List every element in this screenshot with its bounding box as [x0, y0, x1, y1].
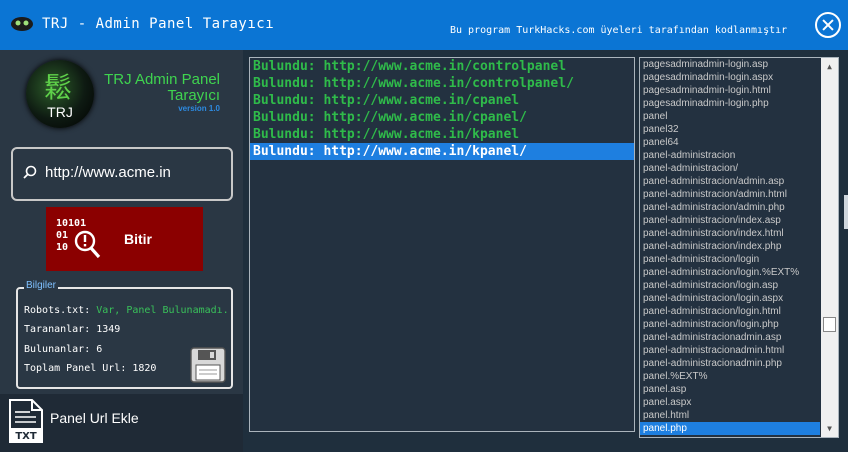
result-row[interactable]: Bulundu: http://www.acme.in/kpanel/: [250, 143, 634, 160]
robots-row: Robots.txt: Var, Panel Bulunamadı.: [24, 305, 229, 316]
txt-file-label: TXT: [15, 431, 37, 442]
panel-path-items: pagesadminadmin-login.asp pagesadminadmin…: [640, 58, 820, 435]
logo-glyph: 鬆: [44, 71, 73, 104]
list-item[interactable]: panel.html: [640, 409, 820, 422]
list-item[interactable]: panel-administracion: [640, 149, 820, 162]
logo-title: TRJ Admin Panel Tarayıcı: [102, 72, 220, 104]
svg-text:10: 10: [56, 242, 68, 253]
info-panel: Bilgiler Robots.txt: Var, Panel Bulunamad…: [16, 280, 233, 389]
add-panel-url-label: Panel Url Ekle: [50, 410, 139, 426]
add-panel-url-button[interactable]: TXT Panel Url Ekle: [0, 394, 243, 452]
url-input[interactable]: [45, 161, 221, 183]
robots-value: Var, Panel Bulunamadı.: [96, 305, 229, 316]
list-item[interactable]: panel-administracion/index.php: [640, 240, 820, 253]
list-item[interactable]: panel.asp: [640, 383, 820, 396]
list-item[interactable]: panel-administracion/login.asp: [640, 279, 820, 292]
logo-mark-text: TRJ: [47, 104, 73, 120]
found-row: Bulunanlar: 6: [24, 344, 102, 355]
floppy-disk-icon[interactable]: [190, 347, 226, 383]
robots-label: Robots.txt:: [24, 305, 91, 316]
scroll-thumb[interactable]: [823, 317, 836, 332]
search-icon: [23, 165, 37, 179]
sidebar: 鬆 TRJ TRJ Admin Panel Tarayıcı version 1…: [0, 50, 243, 452]
list-item[interactable]: pagesadminadmin-login.html: [640, 84, 820, 97]
window-subtitle: Bu program TurkHacks.com üyeleri tarafın…: [450, 25, 788, 36]
total-value: 1820: [132, 363, 157, 374]
info-legend: Bilgiler: [24, 280, 59, 291]
list-item[interactable]: panel-administracionadmin.html: [640, 344, 820, 357]
scanned-row: Taranan​lar: 1349: [24, 324, 120, 335]
found-results-list[interactable]: Bulundu: http://www.acme.in/controlpanel…: [249, 57, 635, 432]
result-row[interactable]: Bulundu: http://www.acme.in/kpanel: [250, 126, 634, 143]
list-item[interactable]: panel.php: [640, 422, 820, 435]
binary-magnifier-icon: 10101 01 10: [56, 218, 101, 259]
result-row[interactable]: Bulundu: http://www.acme.in/cpanel/: [250, 109, 634, 126]
scroll-up-arrow-icon[interactable]: ▲: [821, 58, 838, 75]
list-item[interactable]: pagesadminadmin-login.aspx: [640, 71, 820, 84]
title-bar: TRJ - Admin Panel Tarayıcı Bu program Tu…: [0, 0, 848, 50]
list-item[interactable]: panel-administracion/login.%EXT%: [640, 266, 820, 279]
total-label: Toplam Panel Url:: [24, 363, 127, 374]
window-edge-handle: [844, 195, 848, 229]
logo-title-line1: TRJ Admin Panel: [104, 71, 220, 88]
app-logo: 鬆 TRJ: [26, 60, 94, 128]
total-row: Toplam Panel Url: 1820: [24, 363, 156, 374]
url-search-box: [11, 147, 233, 201]
scanned-label: Taranan​lar:: [24, 324, 91, 335]
list-item[interactable]: panel-administracion/index.asp: [640, 214, 820, 227]
list-item[interactable]: panel-administracionadmin.asp: [640, 331, 820, 344]
logo-title-line2: Tarayıcı: [167, 87, 220, 104]
list-item[interactable]: panel-administracion/login.html: [640, 305, 820, 318]
logo-version: version 1.0: [178, 104, 220, 113]
panel-path-list[interactable]: pagesadminadmin-login.asp pagesadminadmin…: [639, 57, 839, 438]
list-item[interactable]: panel-administracion/admin.php: [640, 201, 820, 214]
stop-button[interactable]: 10101 01 10 Bitir: [46, 207, 203, 271]
list-item[interactable]: panel-administracion/admin.html: [640, 188, 820, 201]
stop-button-label: Bitir: [124, 231, 152, 247]
list-item[interactable]: panel.%EXT%: [640, 370, 820, 383]
scanned-value: 1349: [96, 324, 121, 335]
window-title: TRJ - Admin Panel Tarayıcı: [42, 16, 275, 32]
list-item[interactable]: pagesadminadmin-login.asp: [640, 58, 820, 71]
list-item[interactable]: panel-administracion/admin.asp: [640, 175, 820, 188]
list-item[interactable]: panel64: [640, 136, 820, 149]
found-label: Bulunanlar:: [24, 344, 91, 355]
found-value: 6: [96, 344, 103, 355]
list-item[interactable]: panel32: [640, 123, 820, 136]
list-item[interactable]: panel-administracion/login.php: [640, 318, 820, 331]
scroll-down-arrow-icon[interactable]: ▼: [821, 420, 838, 437]
result-row[interactable]: Bulundu: http://www.acme.in/cpanel: [250, 92, 634, 109]
svg-text:10101: 10101: [56, 218, 86, 229]
list-item[interactable]: pagesadminadmin-login.php: [640, 97, 820, 110]
result-row[interactable]: Bulundu: http://www.acme.in/controlpanel…: [250, 75, 634, 92]
svg-text:01: 01: [56, 230, 68, 241]
list-item[interactable]: panel-administracionadmin.php: [640, 357, 820, 370]
hacker-logo-icon: [11, 17, 33, 31]
list-item[interactable]: panel: [640, 110, 820, 123]
list-item[interactable]: panel.aspx: [640, 396, 820, 409]
txt-file-icon: TXT: [9, 399, 43, 443]
close-icon[interactable]: [815, 12, 841, 38]
list-item[interactable]: panel-administracion/: [640, 162, 820, 175]
result-row[interactable]: Bulundu: http://www.acme.in/controlpanel: [250, 58, 634, 75]
list-item[interactable]: panel-administracion/login: [640, 253, 820, 266]
list-item[interactable]: panel-administracion/index.html: [640, 227, 820, 240]
wordlist-scrollbar[interactable]: ▲ ▼: [821, 58, 838, 437]
list-item[interactable]: panel-administracion/login.aspx: [640, 292, 820, 305]
